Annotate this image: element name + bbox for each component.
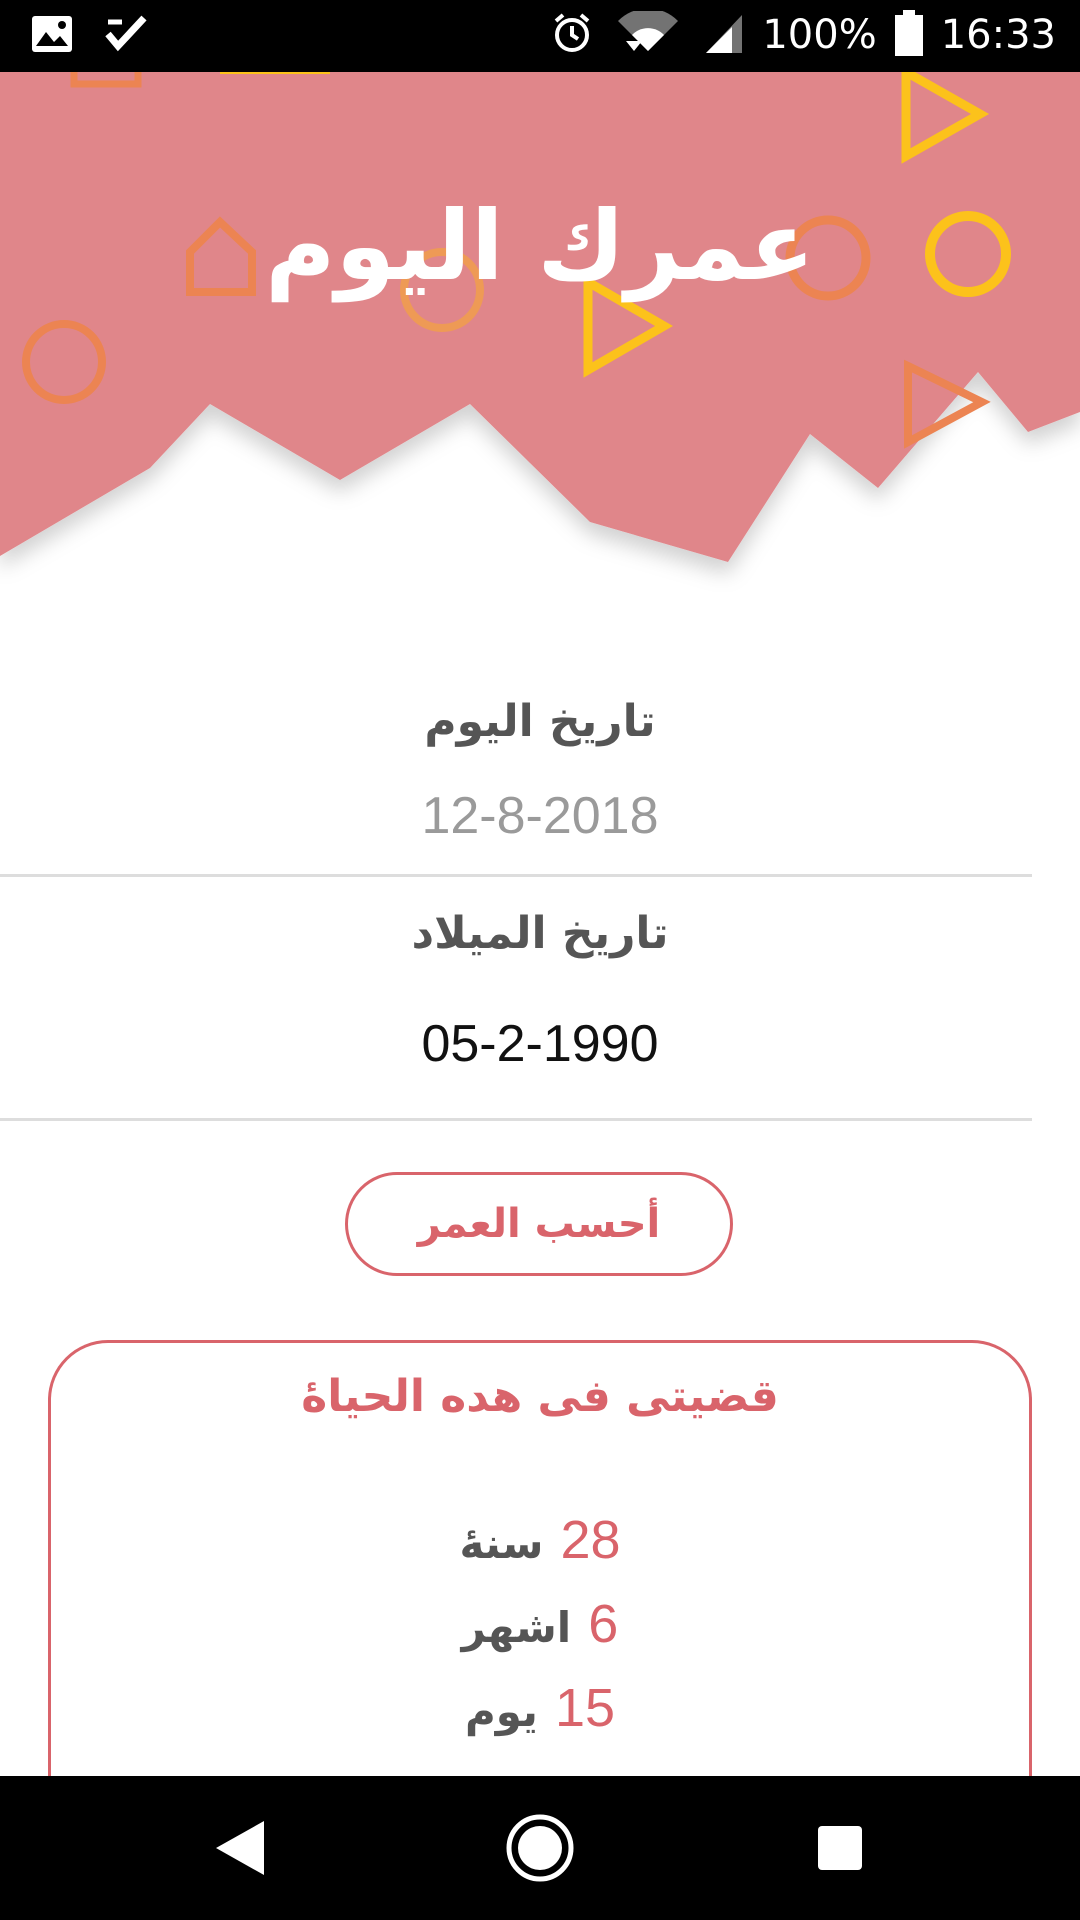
back-button[interactable] bbox=[180, 1776, 300, 1920]
check-app-icon bbox=[104, 14, 148, 58]
birth-date-input[interactable]: 05-2-1990 bbox=[0, 1014, 1080, 1074]
months-value: 6 bbox=[588, 1594, 619, 1654]
years-row: 28 سنۀ bbox=[51, 1509, 1029, 1571]
navigation-bar bbox=[0, 1776, 1080, 1920]
home-icon bbox=[506, 1814, 574, 1882]
months-unit: اشهر bbox=[461, 1603, 572, 1652]
birth-date-label: تاريخ الميلاد bbox=[411, 908, 669, 959]
days-value: 15 bbox=[554, 1678, 616, 1738]
recents-button[interactable] bbox=[780, 1776, 900, 1920]
screen: 100% 16:33 عمرك اليوم تاريخ اليوم 12-8-2… bbox=[0, 0, 1080, 1920]
image-icon bbox=[30, 14, 74, 58]
status-bar: 100% 16:33 bbox=[0, 0, 1080, 72]
today-date-value: 12-8-2018 bbox=[421, 787, 659, 845]
divider bbox=[0, 1118, 1032, 1121]
today-date-label: تاريخ اليوم bbox=[424, 696, 656, 747]
header-banner: عمرك اليوم bbox=[0, 72, 1080, 592]
home-button[interactable] bbox=[480, 1776, 600, 1920]
wifi-icon bbox=[612, 8, 686, 59]
back-icon bbox=[216, 1821, 264, 1875]
divider bbox=[0, 874, 1032, 877]
calculate-age-button[interactable]: أحسب العمر bbox=[345, 1172, 733, 1276]
battery-icon bbox=[894, 10, 923, 60]
battery-percent: 100% bbox=[762, 12, 877, 58]
days-row: 15 يوم bbox=[51, 1677, 1029, 1739]
app-title: عمرك اليوم bbox=[265, 190, 815, 302]
header-background bbox=[0, 72, 1080, 562]
signal-icon bbox=[704, 11, 744, 59]
clock-time: 16:33 bbox=[940, 12, 1056, 58]
alarm-icon bbox=[550, 11, 594, 59]
days-unit: يوم bbox=[464, 1687, 538, 1736]
years-value: 28 bbox=[560, 1510, 621, 1570]
result-title: قضيتى فى هده الحياۀ bbox=[301, 1371, 779, 1422]
years-unit: سنۀ bbox=[459, 1519, 544, 1568]
recents-icon bbox=[818, 1826, 862, 1870]
months-row: 6 اشهر bbox=[51, 1593, 1029, 1655]
